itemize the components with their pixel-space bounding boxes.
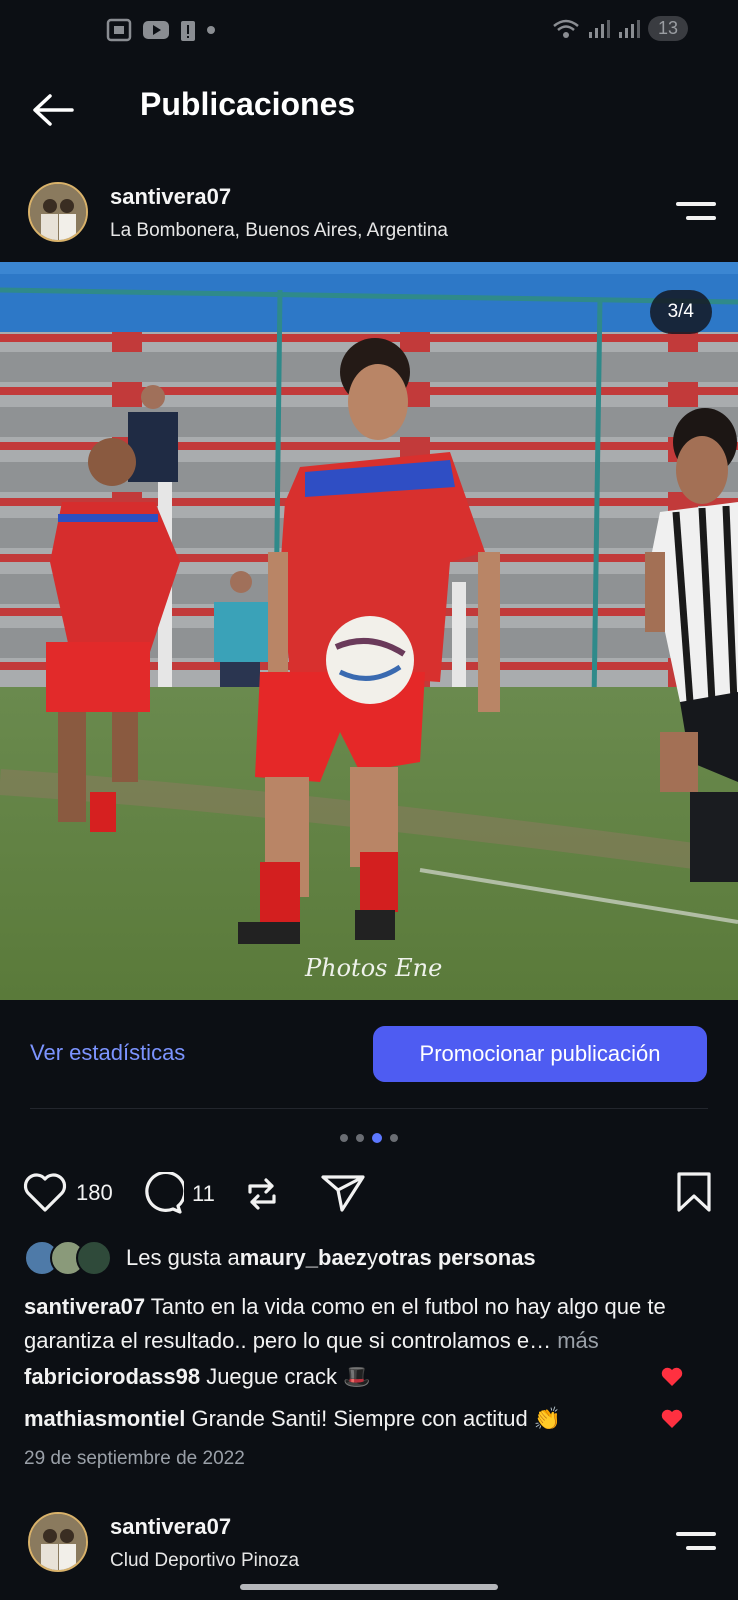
comment-item: mathiasmontiel Grande Santi! Siempre con… [24,1406,714,1432]
bookmark-icon [677,1172,711,1212]
youtube-icon [143,21,169,39]
post-options-icon[interactable] [676,1532,716,1554]
share-button[interactable] [320,1172,366,1214]
comment-username[interactable]: mathiasmontiel [24,1406,185,1431]
carousel-dot [356,1134,364,1142]
repost-button[interactable] [242,1174,282,1214]
avatar[interactable] [28,182,88,242]
photo-watermark: Photos Ene [305,954,443,982]
promote-post-button[interactable]: Promocionar publicación [373,1026,707,1082]
home-indicator[interactable] [240,1584,498,1590]
carousel-indicator [340,1133,398,1143]
carousel-dot [340,1134,348,1142]
liker-avatar [76,1240,112,1276]
comment-bubble-icon [145,1172,184,1214]
liker-avatars [24,1240,112,1276]
comment-text: Grande Santi! Siempre con actitud 👏 [185,1406,562,1431]
battery-alert-icon [181,21,195,41]
divider [30,1108,708,1109]
caption-username[interactable]: santivera07 [24,1294,145,1319]
avatar[interactable] [28,1512,88,1572]
comment-item: fabriciorodass98 Juegue crack 🎩 [24,1364,714,1390]
status-bar: 13 [0,14,738,46]
comment-button[interactable]: 11 [138,1172,215,1216]
heart-filled-icon[interactable] [660,1408,684,1430]
likes-summary[interactable]: Les gusta a maury_baez y otras personas [24,1240,536,1276]
heart-filled-icon[interactable] [660,1366,684,1388]
view-stats-link[interactable]: Ver estadísticas [30,1040,185,1066]
heart-icon [23,1173,67,1212]
post-image[interactable]: 3/4 Photos Ene [0,262,738,1000]
likes-prefix: Les gusta a [126,1245,240,1270]
comment-username[interactable]: fabriciorodass98 [24,1364,200,1389]
comment-text: Juegue crack 🎩 [200,1364,371,1389]
post-options-icon[interactable] [676,202,716,224]
repost-icon [248,1178,276,1210]
signal-icon-2 [618,19,640,38]
battery-level: 13 [647,16,688,41]
back-arrow-icon[interactable] [30,90,76,130]
send-icon [321,1175,365,1212]
likes-mid: y [366,1245,378,1270]
signal-icon [588,19,610,38]
next-post-location[interactable]: Clud Deportivo Pinoza [110,1550,299,1572]
carousel-dot-active [372,1133,382,1143]
page-title: Publicaciones [140,86,356,122]
caption-more-link[interactable]: más [551,1328,599,1353]
image-counter: 3/4 [649,290,712,334]
post-actions: 180 11 [22,1168,718,1216]
football-photo [0,262,738,1000]
post-location[interactable]: La Bombonera, Buenos Aires, Argentina [110,220,448,242]
save-button[interactable] [674,1170,714,1214]
like-button[interactable]: 180 [22,1172,113,1214]
comments-count: 11 [192,1181,215,1206]
app-header: Publicaciones [0,80,738,140]
likes-others[interactable]: otras personas [378,1245,536,1271]
post-date: 29 de septiembre de 2022 [24,1448,245,1469]
post-username[interactable]: santivera07 [110,184,231,210]
notification-dot-icon [207,26,215,34]
screenshot-icon [106,18,132,42]
likes-count: 180 [76,1180,113,1205]
carousel-dot [390,1134,398,1142]
next-post-username[interactable]: santivera07 [110,1514,231,1540]
wifi-icon [553,19,579,38]
likes-user[interactable]: maury_baez [240,1245,367,1271]
post-caption: santivera07 Tanto en la vida como en el … [24,1290,714,1358]
